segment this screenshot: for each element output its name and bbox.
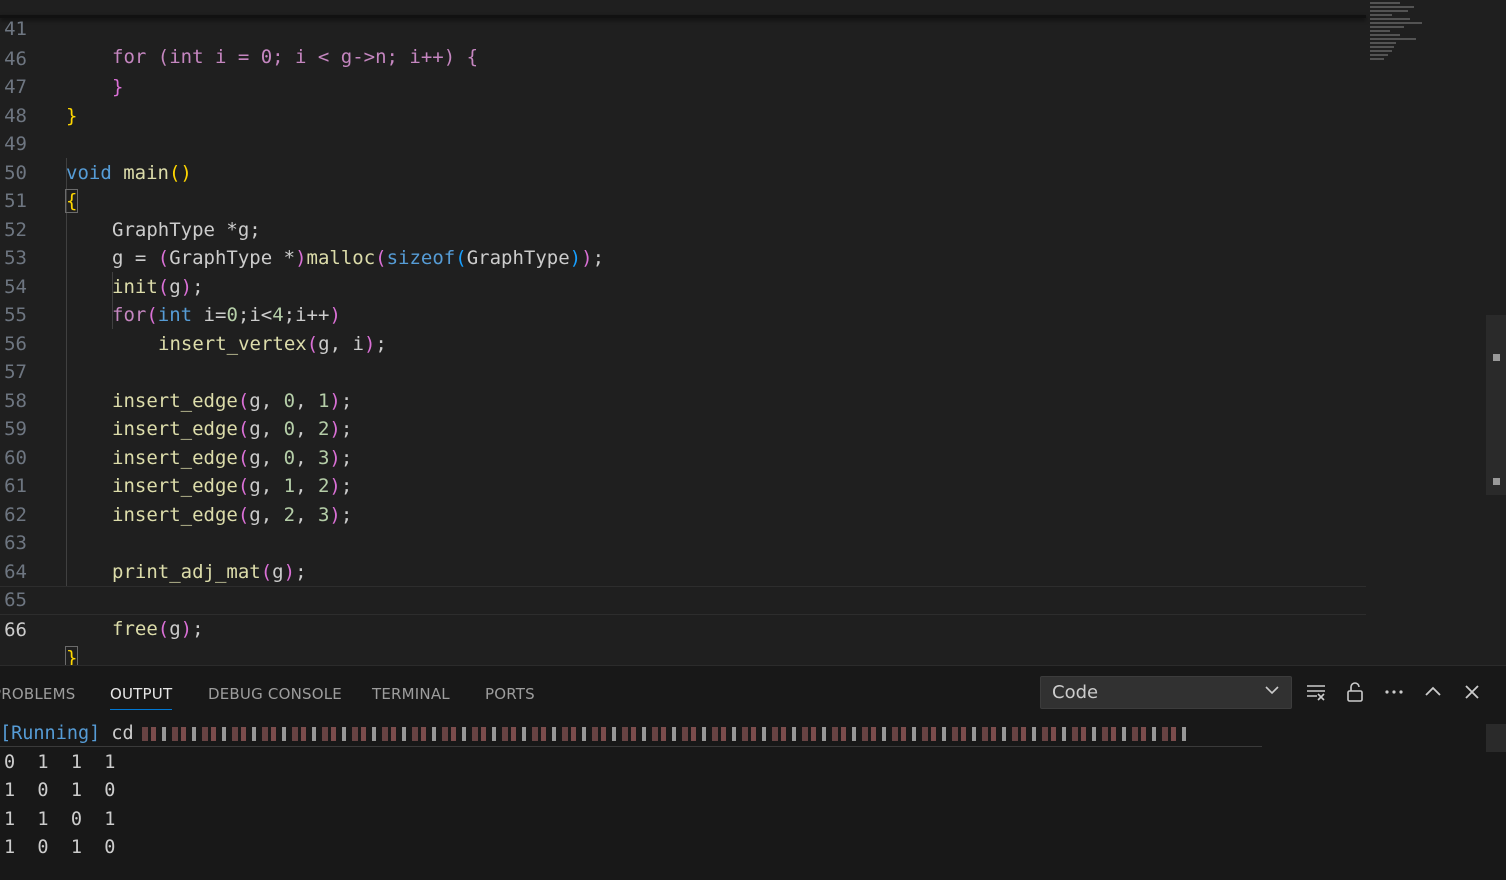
- code-line-50[interactable]: 50 {: [0, 130, 1366, 213]
- output-divider: [0, 746, 1262, 747]
- code-line-52[interactable]: 52 g = (GraphType *)malloc(sizeof(GraphT…: [0, 187, 1366, 270]
- code-line-60[interactable]: 60 insert_edge(g, 1, 2);: [0, 415, 1366, 498]
- tab-output[interactable]: OUTPUT: [110, 685, 173, 710]
- code-line-46[interactable]: 46 }: [0, 16, 1366, 99]
- code-line-47[interactable]: 47 }: [0, 45, 1366, 127]
- code-line-57[interactable]: 57 insert_edge(g, 0, 1);: [0, 330, 1366, 412]
- output-row: 0 1 1 1: [4, 751, 116, 773]
- code-line-51[interactable]: 51 GraphType *g;: [0, 159, 1366, 241]
- scrollbar-marker: [1493, 354, 1500, 361]
- redacted-path: [141, 727, 1192, 741]
- output-view[interactable]: [Running] cd 0 1 1 1 1 0 1 0 1 1 0 1 1 0…: [0, 720, 1480, 863]
- output-running-line: [Running] cd: [0, 720, 1480, 749]
- close-panel-icon[interactable]: [1460, 680, 1484, 704]
- code-line-53[interactable]: 53 init(g);: [0, 216, 1366, 298]
- tab-problems[interactable]: PROBLEMS: [0, 685, 75, 703]
- code-line-62[interactable]: 62: [0, 472, 1366, 526]
- tab-terminal[interactable]: TERMINAL: [372, 685, 450, 703]
- code-editor[interactable]: 41 for (int i = 0; i < g->n; i++) { 46 }…: [0, 0, 1506, 665]
- code-line-54[interactable]: 54 for(int i=0;i<4;i++): [0, 244, 1366, 327]
- more-actions-icon[interactable]: [1382, 680, 1406, 704]
- code-line-49[interactable]: 49 void main(): [0, 102, 1366, 184]
- output-row: 1 0 1 0: [4, 837, 116, 858]
- code-line-58[interactable]: 58 insert_edge(g, 0, 2);: [0, 358, 1366, 441]
- output-row: 1 0 1 0: [4, 780, 116, 801]
- lock-scroll-icon[interactable]: [1343, 680, 1367, 704]
- minimap[interactable]: [1370, 0, 1440, 110]
- maximize-panel-icon[interactable]: [1421, 680, 1445, 704]
- clear-output-icon[interactable]: [1304, 680, 1328, 704]
- output-row: 1 1 0 1: [4, 808, 116, 830]
- code-line-61[interactable]: 61 insert_edge(g, 2, 3);: [0, 444, 1366, 526]
- code-line-48[interactable]: 48: [0, 73, 1366, 127]
- editor-scrollbar[interactable]: [1486, 315, 1506, 495]
- code-line-55[interactable]: 55 insert_vertex(g, i);: [0, 273, 1366, 355]
- code-line-59[interactable]: 59 insert_edge(g, 0, 3);: [0, 387, 1366, 469]
- code-line-64[interactable]: 64: [0, 529, 1366, 583]
- output-channel-select[interactable]: Code: [1040, 676, 1292, 709]
- code-line-56[interactable]: 56: [0, 301, 1366, 355]
- code-line-63[interactable]: 63 print_adj_mat(g);: [0, 501, 1366, 583]
- panel-tabs: PROBLEMS OUTPUT DEBUG CONSOLE TERMINAL P…: [0, 666, 1030, 720]
- output-channel-value: Code: [1052, 682, 1099, 703]
- tab-debug-console[interactable]: DEBUG CONSOLE: [208, 685, 342, 703]
- code-line-65[interactable]: 65 free(g);: [0, 558, 1366, 640]
- code-line-66[interactable]: 66 }: [0, 586, 1366, 665]
- bottom-panel: PROBLEMS OUTPUT DEBUG CONSOLE TERMINAL P…: [0, 665, 1506, 880]
- scrollbar-marker: [1493, 478, 1500, 485]
- chevron-down-icon: [1263, 681, 1281, 699]
- line-number: 66: [4, 618, 27, 641]
- running-label: [Running]: [0, 723, 101, 744]
- code-line-41[interactable]: 41 for (int i = 0; i < g->n; i++) {: [0, 0, 1366, 69]
- output-scrollbar[interactable]: [1486, 724, 1506, 752]
- tab-ports[interactable]: PORTS: [485, 685, 535, 703]
- command-text: cd: [111, 723, 134, 744]
